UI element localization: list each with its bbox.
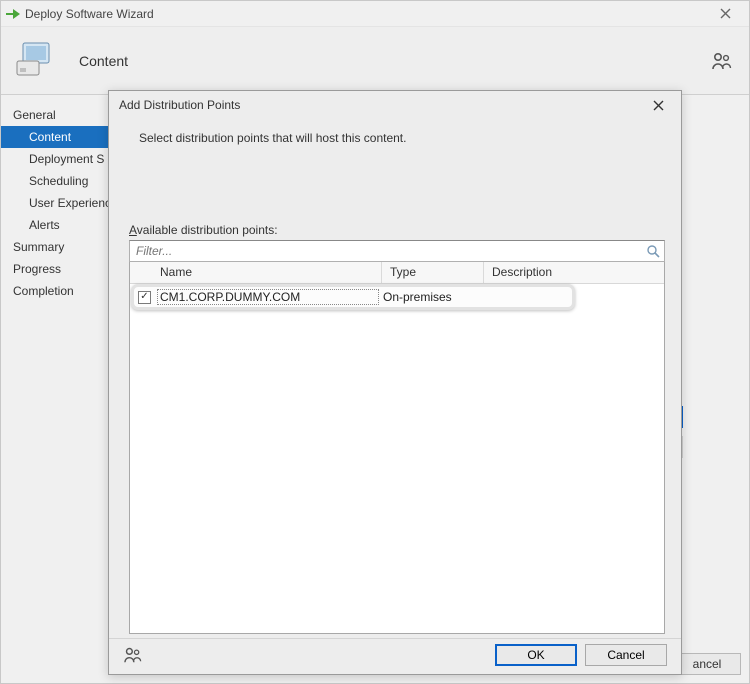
titlebar: Deploy Software Wizard: [1, 1, 749, 27]
available-label: Available distribution points:: [129, 223, 665, 237]
col-type[interactable]: Type: [382, 262, 484, 283]
dialog-instruction: Select distribution points that will hos…: [129, 125, 665, 145]
filter-row: [129, 240, 665, 262]
grid-row[interactable]: ✓ CM1.CORP.DUMMY.COM On-premises: [134, 287, 572, 307]
grid-body: ✓ CM1.CORP.DUMMY.COM On-premises: [130, 284, 664, 633]
close-icon: [653, 100, 664, 111]
available-label-rest: vailable distribution points:: [137, 223, 278, 237]
dialog-close-button[interactable]: [641, 94, 675, 116]
wizard-header: Content: [1, 27, 749, 95]
dialog-titlebar: Add Distribution Points: [109, 91, 681, 119]
search-button[interactable]: [642, 241, 664, 261]
row-name: CM1.CORP.DUMMY.COM: [157, 289, 379, 305]
computer-icon: [15, 41, 59, 81]
row-type: On-premises: [379, 290, 479, 304]
col-name[interactable]: Name: [130, 262, 382, 283]
col-description[interactable]: Description: [484, 262, 664, 283]
dialog-title: Add Distribution Points: [119, 98, 641, 112]
window-close-button[interactable]: [707, 3, 743, 25]
people-icon[interactable]: [711, 51, 733, 71]
search-icon: [646, 244, 660, 258]
ok-button[interactable]: OK: [495, 644, 577, 666]
row-checkbox[interactable]: ✓: [138, 291, 151, 304]
page-heading: Content: [79, 53, 711, 69]
dialog-body: Select distribution points that will hos…: [109, 119, 681, 638]
people-icon[interactable]: [123, 646, 143, 664]
wizard-title: Deploy Software Wizard: [25, 6, 707, 21]
background-cancel-partial[interactable]: ancel: [673, 653, 741, 675]
available-label-accel: A: [129, 223, 137, 237]
close-icon: [720, 8, 731, 19]
add-distribution-points-dialog: Add Distribution Points Select distribut…: [108, 90, 682, 675]
filter-input[interactable]: [130, 241, 642, 261]
dialog-footer: OK Cancel: [109, 638, 681, 674]
cancel-button[interactable]: Cancel: [585, 644, 667, 666]
distribution-points-grid: Name Type Description ✓ CM1.CORP.DUMMY.C…: [129, 262, 665, 634]
deploy-arrow-icon: [5, 7, 21, 21]
grid-header: Name Type Description: [130, 262, 664, 284]
